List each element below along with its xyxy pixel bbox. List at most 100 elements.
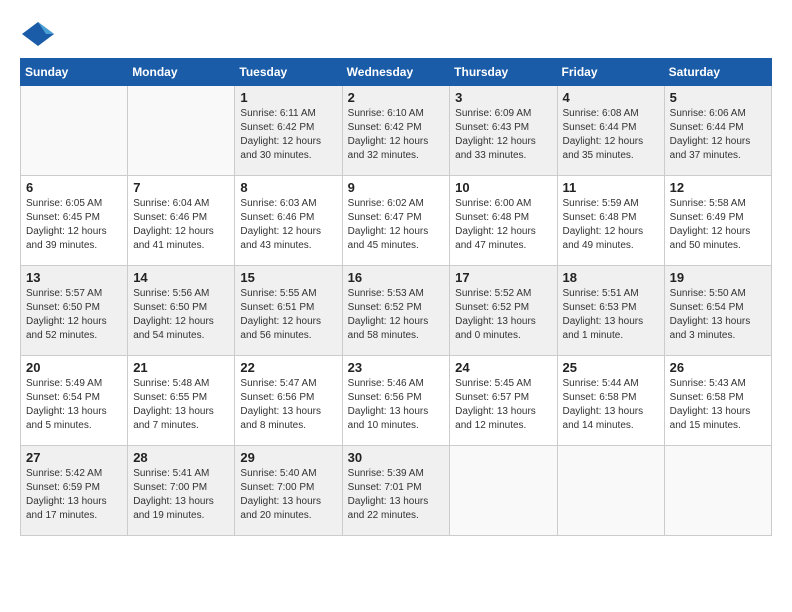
- day-info: Sunrise: 6:09 AM Sunset: 6:43 PM Dayligh…: [455, 107, 551, 163]
- calendar-cell: [664, 446, 771, 536]
- calendar-header-friday: Friday: [557, 59, 664, 86]
- day-number: 17: [455, 270, 551, 285]
- calendar-cell: 24 Sunrise: 5:45 AM Sunset: 6:57 PM Dayli…: [450, 356, 557, 446]
- calendar-cell: 7 Sunrise: 6:04 AM Sunset: 6:46 PM Daylig…: [128, 176, 235, 266]
- day-number: 22: [240, 360, 336, 375]
- day-info: Sunrise: 5:44 AM Sunset: 6:58 PM Dayligh…: [563, 377, 659, 433]
- calendar-cell: 20 Sunrise: 5:49 AM Sunset: 6:54 PM Dayli…: [21, 356, 128, 446]
- day-number: 20: [26, 360, 122, 375]
- day-info: Sunrise: 5:39 AM Sunset: 7:01 PM Dayligh…: [348, 467, 445, 523]
- day-info: Sunrise: 5:46 AM Sunset: 6:56 PM Dayligh…: [348, 377, 445, 433]
- day-info: Sunrise: 6:03 AM Sunset: 6:46 PM Dayligh…: [240, 197, 336, 253]
- calendar-cell: 8 Sunrise: 6:03 AM Sunset: 6:46 PM Daylig…: [235, 176, 342, 266]
- calendar-header-saturday: Saturday: [664, 59, 771, 86]
- day-number: 24: [455, 360, 551, 375]
- calendar-body: 1 Sunrise: 6:11 AM Sunset: 6:42 PM Daylig…: [21, 86, 772, 536]
- logo-icon: [20, 20, 56, 48]
- calendar-cell: 3 Sunrise: 6:09 AM Sunset: 6:43 PM Daylig…: [450, 86, 557, 176]
- day-info: Sunrise: 5:45 AM Sunset: 6:57 PM Dayligh…: [455, 377, 551, 433]
- day-info: Sunrise: 6:05 AM Sunset: 6:45 PM Dayligh…: [26, 197, 122, 253]
- day-number: 25: [563, 360, 659, 375]
- day-info: Sunrise: 6:04 AM Sunset: 6:46 PM Dayligh…: [133, 197, 229, 253]
- day-info: Sunrise: 5:50 AM Sunset: 6:54 PM Dayligh…: [670, 287, 766, 343]
- day-info: Sunrise: 5:40 AM Sunset: 7:00 PM Dayligh…: [240, 467, 336, 523]
- calendar-table: SundayMondayTuesdayWednesdayThursdayFrid…: [20, 58, 772, 536]
- day-number: 4: [563, 90, 659, 105]
- calendar-cell: 29 Sunrise: 5:40 AM Sunset: 7:00 PM Dayli…: [235, 446, 342, 536]
- calendar-cell: 11 Sunrise: 5:59 AM Sunset: 6:48 PM Dayli…: [557, 176, 664, 266]
- day-info: Sunrise: 5:59 AM Sunset: 6:48 PM Dayligh…: [563, 197, 659, 253]
- calendar-cell: 21 Sunrise: 5:48 AM Sunset: 6:55 PM Dayli…: [128, 356, 235, 446]
- day-number: 8: [240, 180, 336, 195]
- calendar-cell: 13Sunrise: 5:57 AM Sunset: 6:50 PM Dayli…: [21, 266, 128, 356]
- day-number: 26: [670, 360, 766, 375]
- calendar-cell: 23 Sunrise: 5:46 AM Sunset: 6:56 PM Dayli…: [342, 356, 450, 446]
- calendar-cell: 26 Sunrise: 5:43 AM Sunset: 6:58 PM Dayli…: [664, 356, 771, 446]
- calendar-cell: [450, 446, 557, 536]
- day-number: 23: [348, 360, 445, 375]
- calendar-week-2: 6 Sunrise: 6:05 AM Sunset: 6:45 PM Daylig…: [21, 176, 772, 266]
- day-info: Sunrise: 5:58 AM Sunset: 6:49 PM Dayligh…: [670, 197, 766, 253]
- day-number: 7: [133, 180, 229, 195]
- day-number: 14: [133, 270, 229, 285]
- calendar-week-4: 20 Sunrise: 5:49 AM Sunset: 6:54 PM Dayli…: [21, 356, 772, 446]
- calendar-header-wednesday: Wednesday: [342, 59, 450, 86]
- day-info: Sunrise: 6:06 AM Sunset: 6:44 PM Dayligh…: [670, 107, 766, 163]
- calendar-header-sunday: Sunday: [21, 59, 128, 86]
- day-number: 29: [240, 450, 336, 465]
- calendar-cell: 28Sunrise: 5:41 AM Sunset: 7:00 PM Dayli…: [128, 446, 235, 536]
- day-number: 27: [26, 450, 122, 465]
- day-info: Sunrise: 5:56 AM Sunset: 6:50 PM Dayligh…: [133, 287, 229, 343]
- day-info: Sunrise: 5:43 AM Sunset: 6:58 PM Dayligh…: [670, 377, 766, 433]
- calendar-cell: 12 Sunrise: 5:58 AM Sunset: 6:49 PM Dayli…: [664, 176, 771, 266]
- day-number: 19: [670, 270, 766, 285]
- day-info: Sunrise: 5:42 AM Sunset: 6:59 PM Dayligh…: [26, 467, 122, 523]
- calendar-cell: 30 Sunrise: 5:39 AM Sunset: 7:01 PM Dayli…: [342, 446, 450, 536]
- day-info: Sunrise: 6:00 AM Sunset: 6:48 PM Dayligh…: [455, 197, 551, 253]
- day-number: 21: [133, 360, 229, 375]
- calendar-cell: [557, 446, 664, 536]
- day-info: Sunrise: 6:02 AM Sunset: 6:47 PM Dayligh…: [348, 197, 445, 253]
- calendar-header-row: SundayMondayTuesdayWednesdayThursdayFrid…: [21, 59, 772, 86]
- calendar-cell: 17Sunrise: 5:52 AM Sunset: 6:52 PM Dayli…: [450, 266, 557, 356]
- day-number: 6: [26, 180, 122, 195]
- day-number: 30: [348, 450, 445, 465]
- calendar-cell: 27 Sunrise: 5:42 AM Sunset: 6:59 PM Dayli…: [21, 446, 128, 536]
- day-info: Sunrise: 5:49 AM Sunset: 6:54 PM Dayligh…: [26, 377, 122, 433]
- page-header: [20, 20, 772, 48]
- logo: [20, 20, 60, 48]
- day-info: Sunrise: 5:51 AM Sunset: 6:53 PM Dayligh…: [563, 287, 659, 343]
- day-number: 11: [563, 180, 659, 195]
- calendar-cell: 10Sunrise: 6:00 AM Sunset: 6:48 PM Dayli…: [450, 176, 557, 266]
- day-info: Sunrise: 5:53 AM Sunset: 6:52 PM Dayligh…: [348, 287, 445, 343]
- calendar-cell: 9 Sunrise: 6:02 AM Sunset: 6:47 PM Daylig…: [342, 176, 450, 266]
- calendar-cell: 22 Sunrise: 5:47 AM Sunset: 6:56 PM Dayli…: [235, 356, 342, 446]
- calendar-cell: 19 Sunrise: 5:50 AM Sunset: 6:54 PM Dayli…: [664, 266, 771, 356]
- calendar-cell: [128, 86, 235, 176]
- calendar-cell: 15Sunrise: 5:55 AM Sunset: 6:51 PM Dayli…: [235, 266, 342, 356]
- day-info: Sunrise: 6:11 AM Sunset: 6:42 PM Dayligh…: [240, 107, 336, 163]
- calendar-header-monday: Monday: [128, 59, 235, 86]
- day-info: Sunrise: 5:41 AM Sunset: 7:00 PM Dayligh…: [133, 467, 229, 523]
- day-info: Sunrise: 5:48 AM Sunset: 6:55 PM Dayligh…: [133, 377, 229, 433]
- day-info: Sunrise: 5:57 AM Sunset: 6:50 PM Dayligh…: [26, 287, 122, 343]
- day-number: 2: [348, 90, 445, 105]
- day-number: 9: [348, 180, 445, 195]
- day-number: 12: [670, 180, 766, 195]
- day-number: 1: [240, 90, 336, 105]
- calendar-cell: 14 Sunrise: 5:56 AM Sunset: 6:50 PM Dayli…: [128, 266, 235, 356]
- calendar-week-1: 1 Sunrise: 6:11 AM Sunset: 6:42 PM Daylig…: [21, 86, 772, 176]
- calendar-header-tuesday: Tuesday: [235, 59, 342, 86]
- calendar-cell: [21, 86, 128, 176]
- day-number: 16: [348, 270, 445, 285]
- calendar-cell: 5 Sunrise: 6:06 AM Sunset: 6:44 PM Daylig…: [664, 86, 771, 176]
- day-info: Sunrise: 5:47 AM Sunset: 6:56 PM Dayligh…: [240, 377, 336, 433]
- day-number: 15: [240, 270, 336, 285]
- calendar-cell: 1 Sunrise: 6:11 AM Sunset: 6:42 PM Daylig…: [235, 86, 342, 176]
- calendar-cell: 2 Sunrise: 6:10 AM Sunset: 6:42 PM Daylig…: [342, 86, 450, 176]
- day-info: Sunrise: 6:10 AM Sunset: 6:42 PM Dayligh…: [348, 107, 445, 163]
- calendar-cell: 18Sunrise: 5:51 AM Sunset: 6:53 PM Dayli…: [557, 266, 664, 356]
- day-number: 5: [670, 90, 766, 105]
- day-number: 3: [455, 90, 551, 105]
- calendar-week-5: 27 Sunrise: 5:42 AM Sunset: 6:59 PM Dayli…: [21, 446, 772, 536]
